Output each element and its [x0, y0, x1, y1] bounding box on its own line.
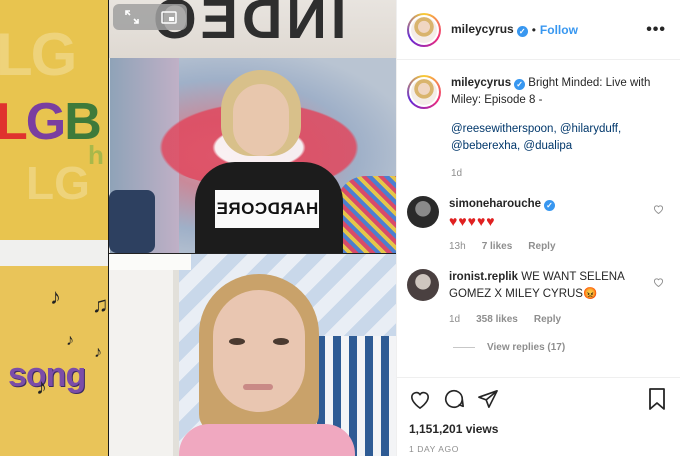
video-controls — [113, 4, 187, 30]
separator: • — [531, 22, 536, 37]
comments-list: mileycyrus ✓ Bright Minded: Live with Mil… — [397, 61, 680, 377]
expand-icon[interactable] — [123, 9, 141, 25]
instagram-post: LG LGB h LG ♪ ♫ ♪ ♪ song ♪ INDEO HARDCOR… — [0, 0, 680, 456]
heart-icon[interactable] — [653, 277, 664, 290]
guest-person — [179, 274, 355, 456]
more-icon[interactable]: ••• — [646, 21, 666, 39]
comment-icon[interactable] — [443, 388, 465, 413]
reply-button[interactable]: Reply — [534, 311, 561, 328]
music-note-icon: ♪ — [36, 374, 47, 399]
verified-icon: ✓ — [516, 26, 528, 37]
host-person: HARDCORE — [195, 66, 343, 253]
share-icon[interactable] — [477, 389, 499, 412]
avatar[interactable] — [407, 196, 439, 228]
comment-username[interactable]: simoneharouche — [449, 198, 541, 210]
reply-button[interactable]: Reply — [528, 238, 555, 255]
caption-mentions[interactable]: @reesewitherspoon, @hilaryduff, @beberex… — [451, 121, 666, 155]
heart-icon[interactable] — [653, 204, 664, 217]
comment-text: ♥♥♥♥♥ — [449, 213, 496, 229]
caption-username[interactable]: mileycyrus — [451, 77, 511, 89]
comment-age: 13h — [449, 241, 466, 252]
heart-icon[interactable] — [409, 389, 431, 412]
caption-age: 1d — [451, 168, 463, 179]
bookmark-icon[interactable] — [648, 387, 666, 413]
view-replies-button[interactable]: View replies (17) — [453, 342, 666, 353]
music-note-icon: ♫ — [92, 292, 109, 317]
comment-likes[interactable]: 7 likes — [482, 238, 513, 255]
left-video-strip: LG LGB h LG ♪ ♫ ♪ ♪ song ♪ — [0, 0, 109, 456]
host-video: INDEO HARDCORE — [109, 0, 396, 253]
verified-icon: ✓ — [544, 200, 556, 211]
music-note-icon: ♪ — [66, 332, 74, 349]
comment-age: 1d — [449, 314, 461, 325]
music-note-icon: ♪ — [50, 284, 61, 309]
avatar[interactable] — [407, 75, 441, 109]
comment-likes[interactable]: 358 likes — [476, 311, 518, 328]
header-username[interactable]: mileycyrus ✓ — [451, 22, 528, 37]
follow-button[interactable]: Follow — [540, 23, 578, 37]
view-count[interactable]: 1,151,201 views — [409, 422, 666, 436]
guest-video — [109, 254, 396, 456]
shirt-text: HARDCORE — [215, 199, 319, 218]
post-header: mileycyrus ✓ • Follow ••• — [397, 0, 680, 60]
post-date: 1 DAY AGO — [409, 444, 459, 454]
avatar[interactable] — [407, 12, 441, 47]
live-video[interactable]: LG LGB h LG ♪ ♫ ♪ ♪ song ♪ INDEO HARDCOR… — [0, 0, 396, 456]
comment-username[interactable]: ironist.replik — [449, 271, 518, 283]
left-bottom-frame: ♪ ♫ ♪ ♪ song ♪ — [0, 266, 109, 456]
post-actions: 1,151,201 views 1 DAY AGO — [397, 377, 680, 456]
verified-icon: ✓ — [514, 79, 526, 90]
comment-row: ironist.replik WE WANT SELENA GOMEZ X MI… — [407, 269, 666, 328]
left-top-frame: LG LGB h LG — [0, 0, 109, 240]
avatar[interactable] — [407, 269, 439, 301]
pip-icon[interactable] — [160, 9, 178, 25]
left-top-text: LGB — [0, 93, 102, 151]
post-sidebar: mileycyrus ✓ • Follow ••• mileycyrus ✓ Bri… — [396, 0, 680, 456]
caption: mileycyrus ✓ Bright Minded: Live with Mil… — [407, 75, 666, 182]
music-note-icon: ♪ — [94, 344, 102, 361]
comment-row: simoneharouche ✓ ♥♥♥♥♥ 13h 7 likes Reply — [407, 196, 666, 255]
